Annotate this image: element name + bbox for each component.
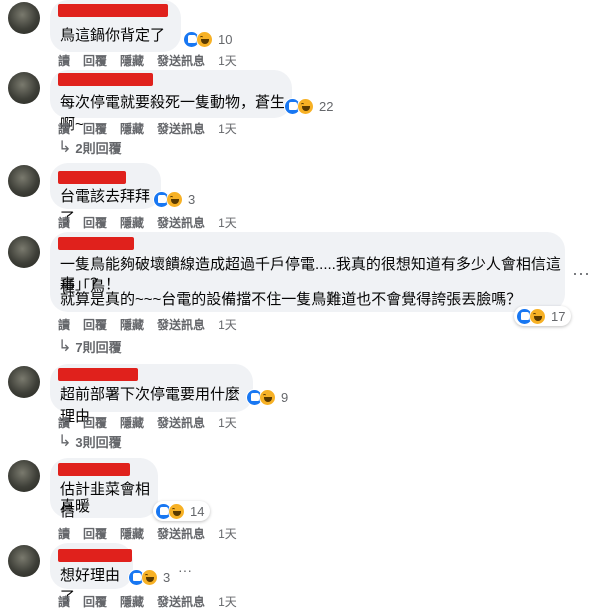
redacted-author-name[interactable]	[58, 171, 126, 184]
comment-actions: 讀 回覆 隱藏 發送訊息 1天	[58, 120, 237, 137]
avatar[interactable]	[8, 236, 40, 268]
timestamp[interactable]: 1天	[218, 214, 237, 231]
read-button[interactable]: 讀	[58, 214, 70, 231]
hide-button[interactable]: 隱藏	[120, 593, 144, 610]
reply-button[interactable]: 回覆	[83, 214, 107, 231]
avatar[interactable]	[8, 545, 40, 577]
replies-count: 7則回覆	[75, 339, 122, 355]
comment-bubble: 估計韭菜會相信 真暖	[50, 458, 158, 520]
replies-count: 3則回覆	[75, 434, 122, 450]
reply-arrow-icon: ↳	[58, 338, 72, 355]
reply-button[interactable]: 回覆	[83, 593, 107, 610]
send-message-button[interactable]: 發送訊息	[157, 525, 205, 542]
reaction-count: 22	[319, 98, 334, 114]
hide-button[interactable]: 隱藏	[120, 316, 144, 333]
read-button[interactable]: 讀	[58, 316, 70, 333]
send-message-button[interactable]: 發送訊息	[157, 316, 205, 333]
redacted-author-name[interactable]	[58, 73, 153, 86]
hide-button[interactable]: 隱藏	[120, 414, 144, 431]
avatar[interactable]	[8, 165, 40, 197]
view-replies-link[interactable]: ↳ 3則回覆	[58, 431, 122, 451]
reaction-count: 9	[281, 389, 289, 405]
avatar[interactable]	[8, 366, 40, 398]
send-message-button[interactable]: 發送訊息	[157, 593, 205, 610]
comment-bubble: 鳥這鍋你背定了	[50, 0, 181, 52]
timestamp[interactable]: 1天	[218, 52, 237, 69]
haha-icon	[529, 307, 546, 325]
comment-actions: 讀 回覆 隱藏 發送訊息 1天	[58, 214, 237, 231]
view-replies-link[interactable]: ↳ 2則回覆	[58, 137, 122, 157]
comment-text-line-2: 真暖	[60, 498, 91, 515]
reaction-count: 17	[551, 308, 566, 324]
redacted-author-name[interactable]	[58, 4, 168, 17]
reaction-count: 3	[163, 569, 171, 585]
reaction-summary[interactable]: 3	[153, 189, 195, 209]
replies-count: 2則回覆	[75, 140, 122, 156]
reply-button[interactable]: 回覆	[83, 525, 107, 542]
reaction-summary[interactable]: 3	[128, 567, 170, 587]
read-button[interactable]: 讀	[58, 414, 70, 431]
comment-actions: 讀 回覆 隱藏 發送訊息 1天	[58, 316, 237, 333]
redacted-author-name[interactable]	[58, 549, 132, 562]
comment-actions: 讀 回覆 隱藏 發送訊息 1天	[58, 593, 237, 610]
view-replies-link[interactable]: ↳ 7則回覆	[58, 336, 122, 356]
comment-actions: 讀 回覆 隱藏 發送訊息 1天	[58, 414, 237, 431]
timestamp[interactable]: 1天	[218, 593, 237, 610]
reaction-count: 14	[190, 503, 205, 519]
haha-icon	[141, 568, 158, 586]
read-button[interactable]: 讀	[58, 593, 70, 610]
redacted-author-name[interactable]	[58, 237, 134, 250]
reaction-count: 10	[218, 31, 233, 47]
comment-actions: 讀 回覆 隱藏 發送訊息 1天	[58, 525, 237, 542]
redacted-author-name[interactable]	[58, 463, 130, 476]
haha-icon	[168, 502, 185, 520]
more-options-icon[interactable]: ···	[178, 563, 192, 577]
reaction-summary[interactable]: 9	[246, 387, 288, 407]
reaction-count: 3	[188, 191, 196, 207]
reply-button[interactable]: 回覆	[83, 316, 107, 333]
read-button[interactable]: 讀	[58, 525, 70, 542]
comment-actions: 讀 回覆 隱藏 發送訊息 1天	[58, 52, 237, 69]
comment-text-line-3: 就算是真的~~~台電的設備擋不住一隻鳥難道也不會覺得誇張丟臉嗎？	[60, 291, 522, 308]
reply-arrow-icon: ↳	[58, 139, 72, 156]
reaction-summary[interactable]: 22	[284, 96, 333, 116]
avatar[interactable]	[8, 460, 40, 492]
comment-bubble: 台電該去拜拜了	[50, 163, 161, 227]
redacted-author-name[interactable]	[58, 368, 138, 381]
send-message-button[interactable]: 發送訊息	[157, 214, 205, 231]
comment-bubble: 超前部署下次停電要用什麼理由	[50, 364, 253, 425]
haha-icon	[166, 190, 183, 208]
send-message-button[interactable]: 發送訊息	[157, 414, 205, 431]
reply-arrow-icon: ↳	[58, 433, 72, 450]
reaction-summary[interactable]: 14	[153, 501, 211, 521]
comment-bubble: 想好理由了	[50, 543, 133, 606]
haha-icon	[196, 30, 213, 48]
haha-icon	[259, 388, 276, 406]
avatar[interactable]	[8, 2, 40, 34]
comment-bubble: 一隻鳥能夠破壞饋線造成超過千戶停電.....我真的很想知道有多少人會相信這種「鳥…	[50, 232, 565, 312]
reaction-summary[interactable]: 10	[183, 29, 232, 49]
send-message-button[interactable]: 發送訊息	[157, 52, 205, 69]
reply-button[interactable]: 回覆	[83, 52, 107, 69]
timestamp[interactable]: 1天	[218, 414, 237, 431]
timestamp[interactable]: 1天	[218, 316, 237, 333]
reply-button[interactable]: 回覆	[83, 414, 107, 431]
reaction-summary[interactable]: 17	[514, 306, 572, 326]
timestamp[interactable]: 1天	[218, 525, 237, 542]
read-button[interactable]: 讀	[58, 120, 70, 137]
read-button[interactable]: 讀	[58, 52, 70, 69]
timestamp[interactable]: 1天	[218, 120, 237, 137]
reply-button[interactable]: 回覆	[83, 120, 107, 137]
avatar[interactable]	[8, 72, 40, 104]
send-message-button[interactable]: 發送訊息	[157, 120, 205, 137]
comment-text: 鳥這鍋你背定了	[60, 27, 166, 44]
hide-button[interactable]: 隱藏	[120, 214, 144, 231]
hide-button[interactable]: 隱藏	[120, 120, 144, 137]
hide-button[interactable]: 隱藏	[120, 52, 144, 69]
more-options-icon[interactable]: ···	[572, 264, 590, 282]
haha-icon	[297, 97, 314, 115]
comment-bubble: 每次停電就要殺死一隻動物，蒼生啊~	[50, 70, 292, 133]
hide-button[interactable]: 隱藏	[120, 525, 144, 542]
